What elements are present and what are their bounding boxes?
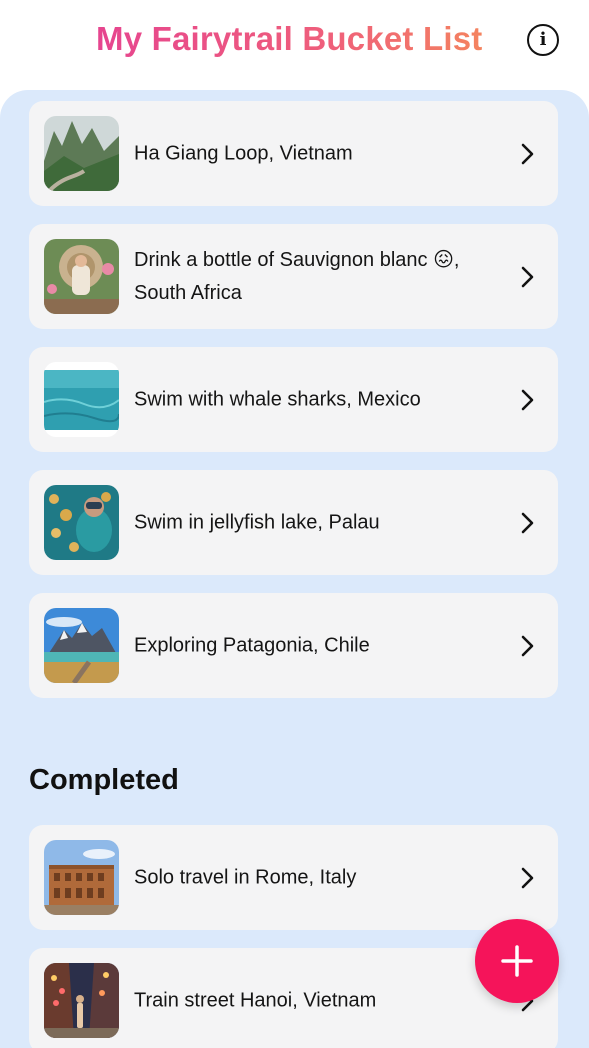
item-label: Ha Giang Loop, Vietnam: [134, 142, 353, 164]
bucket-item-patagonia[interactable]: Exploring Patagonia, Chile: [29, 593, 558, 698]
item-label: Drink a bottle of Sauvignon blanc 😖, Sou…: [134, 248, 460, 304]
bucket-item-ha-giang[interactable]: Ha Giang Loop, Vietnam: [29, 101, 558, 206]
info-icon[interactable]: i: [527, 24, 559, 56]
item-label: Swim in jellyfish lake, Palau: [134, 511, 380, 533]
whale-sharks-thumbnail: [44, 362, 119, 437]
bucket-item-sauvignon-blanc[interactable]: Drink a bottle of Sauvignon blanc 😖, Sou…: [29, 224, 558, 329]
item-label: Swim with whale sharks, Mexico: [134, 388, 421, 410]
chevron-right-icon: [520, 634, 536, 658]
ha-giang-thumbnail: [44, 116, 119, 191]
bucket-item-whale-sharks[interactable]: Swim with whale sharks, Mexico: [29, 347, 558, 452]
page-title: My Fairytrail Bucket List: [96, 20, 483, 57]
app-header: My Fairytrail Bucket List i: [0, 0, 589, 90]
bucket-item-jellyfish-lake[interactable]: Swim in jellyfish lake, Palau: [29, 470, 558, 575]
add-item-button[interactable]: [475, 919, 559, 1003]
sauvignon-thumbnail: [44, 239, 119, 314]
plus-icon: [501, 945, 533, 977]
chevron-right-icon: [520, 388, 536, 412]
patagonia-thumbnail: [44, 608, 119, 683]
chevron-right-icon: [520, 265, 536, 289]
bucket-list-screen: My Fairytrail Bucket List i Ha Giang Loo…: [0, 0, 589, 1048]
item-label: Train street Hanoi, Vietnam: [134, 989, 377, 1011]
completed-item-rome[interactable]: Solo travel in Rome, Italy: [29, 825, 558, 930]
hanoi-thumbnail: [44, 963, 119, 1038]
chevron-right-icon: [520, 142, 536, 166]
rome-thumbnail: [44, 840, 119, 915]
jellyfish-lake-thumbnail: [44, 485, 119, 560]
item-label: Solo travel in Rome, Italy: [134, 866, 357, 888]
item-label: Exploring Patagonia, Chile: [134, 634, 370, 656]
chevron-right-icon: [520, 511, 536, 535]
completed-section-title: Completed: [29, 764, 179, 796]
chevron-right-icon: [520, 866, 536, 890]
